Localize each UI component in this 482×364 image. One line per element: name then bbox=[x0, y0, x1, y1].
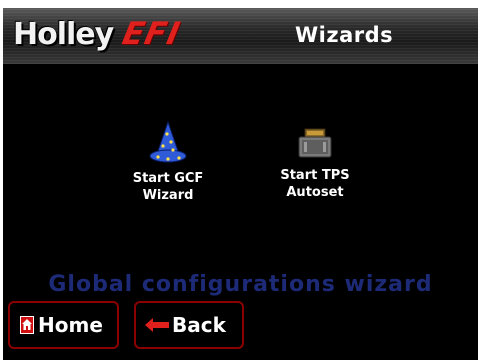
wizard-hat-icon bbox=[149, 120, 187, 163]
home-icon bbox=[20, 316, 34, 334]
home-button-label: Home bbox=[38, 313, 103, 337]
home-button[interactable]: Home bbox=[8, 301, 119, 349]
back-button-label: Back bbox=[172, 313, 226, 337]
header-bar: Holley EFI Wizards bbox=[3, 8, 478, 64]
start-tps-label-line1: Start TPS bbox=[280, 168, 350, 183]
start-tps-label-line2: Autoset bbox=[286, 185, 344, 200]
back-arrow-icon bbox=[145, 318, 169, 332]
page-title: Wizards bbox=[295, 23, 394, 47]
start-gcf-label-line2: Wizard bbox=[142, 188, 194, 203]
start-tps-autoset-button[interactable]: Start TPS Autoset bbox=[255, 123, 375, 201]
throttle-body-icon bbox=[298, 128, 332, 158]
device-screen: Holley EFI Wizards Start GCF Wizard Star… bbox=[0, 0, 482, 364]
start-gcf-wizard-button[interactable]: Start GCF Wizard bbox=[108, 120, 228, 204]
back-button[interactable]: Back bbox=[134, 301, 244, 349]
holley-logo: Holley bbox=[13, 17, 114, 52]
start-gcf-label-line1: Start GCF bbox=[132, 171, 204, 186]
wizard-description: Global configurations wizard bbox=[48, 272, 433, 297]
efi-logo: EFI bbox=[119, 16, 184, 52]
